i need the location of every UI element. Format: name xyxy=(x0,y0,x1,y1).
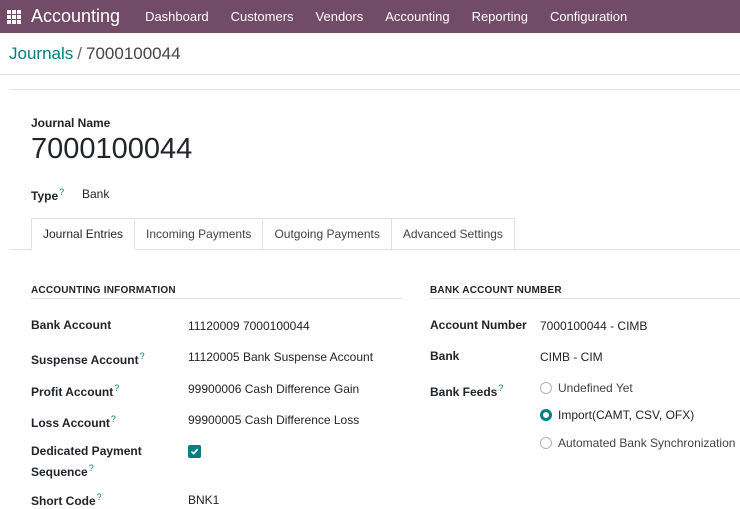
suspense-account-value[interactable]: 11120005 Bank Suspense Account xyxy=(188,350,373,364)
type-label: Type? xyxy=(31,187,65,203)
account-number-value[interactable]: 7000100044 - CIMB xyxy=(540,319,647,333)
bank-feed-option-label[interactable]: Import(CAMT, CSV, OFX) xyxy=(558,408,694,422)
profit-account-value[interactable]: 99900006 Cash Difference Gain xyxy=(188,382,359,396)
notebook-tabs: Journal Entries Incoming Payments Outgoi… xyxy=(31,218,515,250)
menu-vendors[interactable]: Vendors xyxy=(316,9,364,24)
tab-journal-entries[interactable]: Journal Entries xyxy=(31,218,136,250)
breadcrumb-journals-link[interactable]: Journals xyxy=(9,44,73,63)
checkmark-icon xyxy=(190,448,199,455)
control-panel: Journals/7000100044 xyxy=(0,33,740,75)
help-icon[interactable]: ? xyxy=(498,383,503,393)
bank-feed-radio-undefined[interactable] xyxy=(540,382,552,394)
help-icon[interactable]: ? xyxy=(111,414,116,424)
bank-account-number-rule xyxy=(430,298,740,299)
profit-account-label: Profit Account? xyxy=(31,383,120,399)
bank-label: Bank xyxy=(430,349,460,363)
bank-account-number-title: BANK ACCOUNT NUMBER xyxy=(430,285,562,296)
bank-account-label: Bank Account xyxy=(31,318,112,332)
app-name[interactable]: Accounting xyxy=(31,6,120,27)
journal-name-label: Journal Name xyxy=(31,116,111,130)
journal-name-field[interactable]: 7000100044 xyxy=(31,133,192,166)
dedicated-payment-sequence-checkbox[interactable] xyxy=(188,445,201,458)
help-icon[interactable]: ? xyxy=(140,351,145,361)
help-icon[interactable]: ? xyxy=(97,492,102,502)
short-code-label: Short Code? xyxy=(31,492,102,508)
bank-feeds-label: Bank Feeds? xyxy=(430,383,504,399)
help-icon[interactable]: ? xyxy=(59,187,64,197)
breadcrumb-separator: / xyxy=(77,43,82,63)
breadcrumb-current: 7000100044 xyxy=(86,43,181,63)
menu-customers[interactable]: Customers xyxy=(231,9,294,24)
account-number-label: Account Number xyxy=(430,318,527,332)
loss-account-value[interactable]: 99900005 Cash Difference Loss xyxy=(188,413,359,427)
tab-advanced-settings[interactable]: Advanced Settings xyxy=(391,218,515,250)
bank-feed-option-label[interactable]: Automated Bank Synchronization xyxy=(558,436,735,450)
top-navbar: Accounting Dashboard Customers Vendors A… xyxy=(0,0,740,33)
help-icon[interactable]: ? xyxy=(114,383,119,393)
menu-accounting[interactable]: Accounting xyxy=(385,9,449,24)
loss-account-label: Loss Account? xyxy=(31,414,116,430)
tab-outgoing-payments[interactable]: Outgoing Payments xyxy=(263,218,392,250)
bank-value[interactable]: CIMB - CIM xyxy=(540,350,603,364)
breadcrumb: Journals/7000100044 xyxy=(9,44,181,64)
bank-feed-option-label[interactable]: Undefined Yet xyxy=(558,381,633,395)
short-code-value[interactable]: BNK1 xyxy=(188,493,219,507)
menu-reporting[interactable]: Reporting xyxy=(472,9,528,24)
bank-account-value[interactable]: 11120009 7000100044 xyxy=(188,319,310,333)
apps-grid-icon[interactable] xyxy=(7,9,21,24)
accounting-information-rule xyxy=(31,298,402,299)
type-value[interactable]: Bank xyxy=(82,187,109,201)
dedicated-payment-sequence-label: Dedicated Payment Sequence? xyxy=(31,444,142,479)
accounting-information-title: ACCOUNTING INFORMATION xyxy=(31,285,176,296)
form-sheet-border xyxy=(10,89,740,90)
menu-configuration[interactable]: Configuration xyxy=(550,9,627,24)
bank-feed-radio-import[interactable] xyxy=(540,409,552,421)
bank-feed-radio-automated[interactable] xyxy=(540,437,552,449)
help-icon[interactable]: ? xyxy=(89,463,94,473)
menu-dashboard[interactable]: Dashboard xyxy=(145,9,209,24)
suspense-account-label: Suspense Account? xyxy=(31,351,145,367)
tab-incoming-payments[interactable]: Incoming Payments xyxy=(135,218,264,250)
